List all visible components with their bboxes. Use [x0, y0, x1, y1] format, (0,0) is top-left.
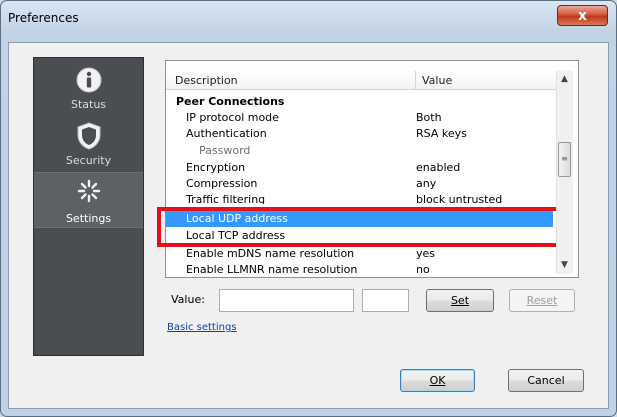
- row-value: block untrusted: [416, 193, 503, 204]
- settings-icon: [77, 179, 100, 203]
- row-value: RSA keys: [416, 127, 467, 140]
- table-row[interactable]: Enable mDNS name resolution yes: [166, 246, 553, 262]
- highlight-box: [157, 207, 563, 247]
- value-secondary-input[interactable]: [362, 289, 409, 312]
- row-description: IP protocol mode: [186, 111, 279, 124]
- scroll-down-icon[interactable]: ▼: [556, 257, 573, 274]
- table-row[interactable]: Traffic filtering block untrusted: [166, 192, 553, 204]
- row-value: yes: [416, 247, 436, 260]
- table-row[interactable]: Compression any: [166, 176, 553, 192]
- column-header-value[interactable]: Value: [422, 74, 452, 87]
- row-description: Traffic filtering: [186, 193, 266, 204]
- column-header-description[interactable]: Description: [175, 74, 238, 87]
- grip-icon: ≡: [561, 154, 568, 163]
- nav-item-settings[interactable]: Settings: [34, 172, 143, 228]
- set-button[interactable]: Set: [426, 289, 494, 312]
- row-value: any: [416, 177, 437, 190]
- nav-item-status[interactable]: Status: [34, 62, 143, 118]
- table-header: Description Value: [166, 71, 564, 90]
- scroll-up-icon[interactable]: ▲: [556, 71, 573, 88]
- row-description: Enable mDNS name resolution: [186, 247, 355, 260]
- close-button[interactable]: x: [557, 5, 608, 26]
- nav-item-label: Status: [70, 98, 107, 111]
- table-row[interactable]: Encryption enabled: [166, 160, 553, 176]
- row-description: Enable LLMNR name resolution: [186, 263, 358, 276]
- close-icon: x: [577, 8, 588, 24]
- table-row[interactable]: Password: [166, 143, 553, 159]
- row-value: no: [416, 263, 430, 276]
- info-icon: [76, 67, 101, 93]
- table-row[interactable]: Authentication RSA keys: [166, 126, 553, 142]
- value-input[interactable]: [219, 289, 354, 312]
- cancel-button-label: Cancel: [527, 374, 565, 387]
- reset-button-label: Reset: [526, 294, 558, 307]
- set-button-label: Set: [450, 294, 470, 307]
- ok-button[interactable]: OK: [400, 369, 475, 392]
- row-value: enabled: [416, 161, 461, 174]
- table-row-peer-connections[interactable]: Peer Connections: [166, 94, 553, 110]
- row-description: Compression: [186, 177, 258, 190]
- nav-item-label: Security: [65, 154, 112, 167]
- ok-button-label: OK: [429, 374, 446, 387]
- window-title: Preferences: [8, 11, 79, 25]
- nav-item-security[interactable]: Security: [34, 118, 143, 172]
- row-description: Password: [199, 144, 251, 157]
- row-description: Peer Connections: [176, 95, 285, 108]
- shield-icon: [77, 122, 100, 150]
- row-value: Both: [416, 111, 442, 124]
- cancel-button[interactable]: Cancel: [508, 369, 584, 392]
- table-row[interactable]: IP protocol mode Both: [166, 110, 553, 126]
- column-divider[interactable]: [415, 71, 416, 90]
- reset-button[interactable]: Reset: [509, 289, 575, 312]
- nav-item-label: Settings: [65, 212, 112, 225]
- basic-settings-link[interactable]: Basic settings: [167, 322, 237, 333]
- row-description: Authentication: [186, 127, 267, 140]
- value-label: Value:: [171, 293, 205, 306]
- table-row[interactable]: Enable LLMNR name resolution no: [166, 262, 553, 278]
- row-description: Encryption: [186, 161, 246, 174]
